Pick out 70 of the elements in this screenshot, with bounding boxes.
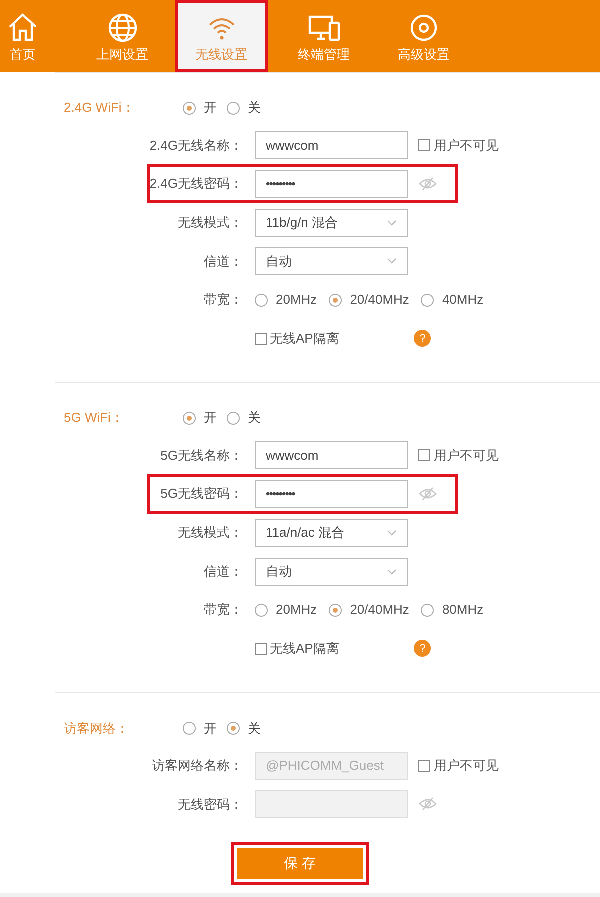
checkbox[interactable]: [255, 332, 267, 345]
radio-button[interactable]: [183, 412, 196, 425]
checkbox-label: 用户不可见: [434, 136, 499, 155]
save-button[interactable]: 保 存: [237, 848, 363, 879]
section-title: 2.4G WiFi：: [63, 99, 136, 118]
field-label: 无线密码：: [178, 796, 243, 814]
radio-label: 20/40MHz: [350, 291, 410, 310]
field-label: 5G无线名称：: [160, 446, 243, 465]
checkbox-label: 用户不可见: [434, 446, 499, 465]
password-field[interactable]: •••••••••: [255, 170, 408, 198]
field-label: 访客网络名称：: [152, 756, 243, 775]
radio-label: 40MHz: [442, 291, 484, 310]
field-label: 5G无线密码：: [160, 485, 243, 504]
radio-label: 开: [204, 409, 217, 428]
field-label: 无线模式：: [178, 214, 243, 232]
field-label: 2.4G无线名称：: [150, 136, 243, 155]
radio-button[interactable]: [255, 294, 268, 307]
field-label: 信道：: [204, 252, 243, 271]
chevron-down-icon: [387, 568, 397, 575]
field-label: 带宽：: [204, 601, 243, 620]
radio-label: 20/40MHz: [350, 601, 410, 620]
radio-label: 关: [248, 720, 261, 738]
dropdown[interactable]: 11b/g/n 混合: [255, 208, 408, 237]
radio-button[interactable]: [227, 412, 240, 425]
radio-button[interactable]: [255, 604, 268, 617]
nav-tab[interactable]: 无线设置: [175, 0, 268, 72]
radio-label: 开: [204, 99, 217, 118]
radio-button[interactable]: [329, 294, 342, 307]
help-button[interactable]: ?: [414, 640, 432, 658]
text-field[interactable]: wwwcom: [255, 441, 408, 470]
field-label: 带宽：: [204, 291, 243, 310]
radio-label: 开: [204, 720, 217, 738]
help-button[interactable]: ?: [414, 330, 432, 348]
chevron-down-icon: [387, 258, 397, 264]
section-title: 5G WiFi：: [63, 409, 125, 428]
radio-label: 20MHz: [276, 291, 318, 310]
checkbox[interactable]: [418, 139, 430, 152]
chevron-down-icon: [387, 220, 397, 226]
radio-label: 关: [248, 99, 261, 118]
field-label: 信道：: [204, 562, 243, 581]
password-field[interactable]: •••••••••: [255, 480, 408, 508]
nav-tab[interactable]: 终端管理: [272, 0, 376, 72]
radio-button[interactable]: [183, 722, 196, 735]
hidden-eye-icon[interactable]: [419, 177, 437, 192]
radio-button[interactable]: [421, 604, 434, 617]
chevron-down-icon: [387, 530, 397, 536]
dropdown[interactable]: 自动: [255, 247, 408, 276]
hidden-eye-icon[interactable]: [419, 487, 437, 502]
dropdown[interactable]: 11a/n/ac 混合: [255, 518, 408, 547]
checkbox[interactable]: [418, 449, 430, 462]
section-title: 访客网络：: [63, 720, 130, 738]
radio-label: 80MHz: [442, 601, 484, 620]
nav-tab[interactable]: 高级设置: [376, 0, 472, 72]
radio-label: 关: [248, 409, 261, 428]
checkbox[interactable]: [255, 642, 267, 655]
field-label: 2.4G无线密码：: [150, 175, 243, 194]
dropdown[interactable]: 自动: [255, 558, 408, 586]
radio-button[interactable]: [227, 102, 240, 114]
radio-button[interactable]: [329, 604, 342, 617]
checkbox-label: 无线AP隔离: [270, 330, 340, 348]
radio-button[interactable]: [421, 294, 434, 307]
radio-button[interactable]: [183, 102, 196, 114]
checkbox-label: 无线AP隔离: [270, 640, 340, 658]
nav-tab[interactable]: 上网设置: [70, 0, 175, 72]
text-field[interactable]: wwwcom: [255, 131, 408, 160]
radio-button[interactable]: [227, 722, 240, 735]
nav-tab[interactable]: 首页: [0, 0, 46, 72]
radio-label: 20MHz: [276, 601, 318, 620]
checkbox-label: 用户不可见: [434, 756, 499, 775]
field-label: 无线模式：: [178, 524, 243, 542]
